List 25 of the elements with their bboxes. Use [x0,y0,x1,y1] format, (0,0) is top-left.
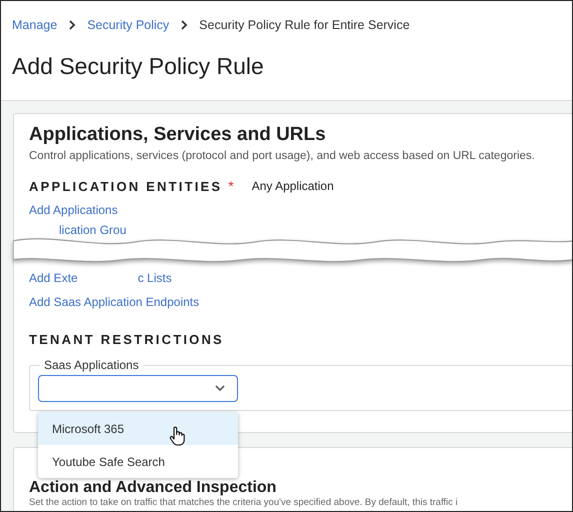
chevron-right-icon [180,20,188,30]
field-label: Saas Applications [40,358,143,372]
section-heading: TENANT RESTRICTIONS [29,332,225,347]
breadcrumb-link[interactable]: Security Policy [87,18,170,32]
breadcrumb-link[interactable]: Manage [12,18,58,32]
select-field[interactable] [38,375,238,402]
entities-value: Any Application [252,179,334,193]
breadcrumb-current: Security Policy Rule for Entire Service [199,18,410,32]
add-link[interactable]: Add Saas Application Endpoints [29,295,200,309]
section-title: Applications, Services and URLs [29,124,327,146]
chevron-down-icon [215,385,225,392]
add-link[interactable]: Add Applications [29,203,118,217]
add-link[interactable]: Add Exte [29,271,78,285]
dropdown-option[interactable]: Youtube Safe Search [38,445,238,478]
section-description: Set the action to take on traffic that matches the criteria you've specified above. By default, this traffic i [29,497,459,508]
chevron-right-icon [68,20,76,30]
page-title: Add Security Policy Rule [12,53,265,80]
section-title: Action and Advanced Inspection [29,479,278,497]
section-heading: APPLICATION ENTITIES [29,178,222,194]
add-link[interactable]: c Lists [138,271,172,285]
section-description: Control applications, services (protocol and port usage), and web access based on URL categories. [29,150,536,162]
required-mark: * [228,178,234,194]
dropdown-option[interactable]: Microsoft 365 [38,412,238,445]
add-link[interactable]: lication Grou [59,223,126,237]
pointer-hand-icon [169,426,185,446]
